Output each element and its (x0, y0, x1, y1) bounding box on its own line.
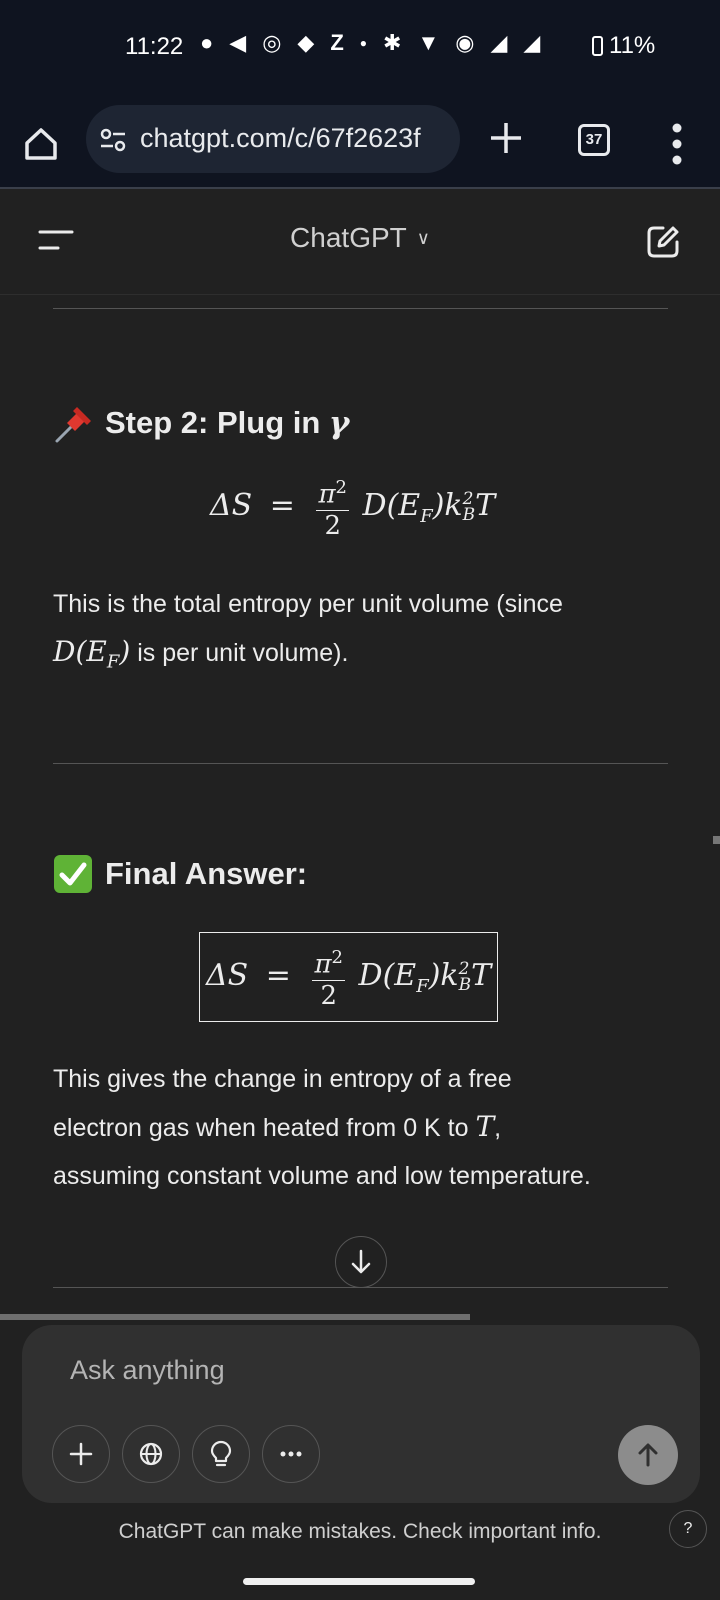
bluetooth-icon: ✱ (383, 30, 402, 55)
pushpin-icon (55, 407, 91, 443)
site-settings-icon[interactable] (100, 127, 126, 153)
more-options-icon[interactable] (671, 123, 683, 165)
final-answer-heading: Final Answer: (53, 854, 307, 894)
composer (22, 1325, 700, 1503)
battery-percent: 11% (609, 32, 656, 59)
eq-lhs: ΔS (210, 487, 253, 523)
boxed-final-equation: ΔS = π2 2 D(EF)k 2 B T (199, 932, 499, 1022)
status-time: 11:22 (125, 33, 184, 60)
gamma-symbol: γ (328, 405, 350, 441)
eq-fraction: π2 2 (312, 943, 345, 1011)
header-divider (0, 294, 720, 295)
disclaimer-text: ChatGPT can make mistakes. Check importa… (118, 1520, 602, 1543)
help-button[interactable]: ? (669, 1510, 707, 1548)
battery-icon (592, 36, 603, 56)
eq-lhs: ΔS (206, 957, 249, 993)
z-icon: Z (330, 30, 344, 55)
eq-equals: = (265, 957, 291, 993)
page-title: ChatGPT (290, 222, 407, 253)
signal-hd-icon: ◢ (490, 30, 508, 55)
scrollbar-thumb[interactable] (713, 836, 720, 844)
eq-equals: = (269, 487, 295, 523)
status-icons: ● ◀ ◎ ◆ Z ● ✱ ▼ ◉ ◢ ◢ (200, 30, 540, 56)
send-button[interactable] (618, 1425, 678, 1485)
signal-hd-icon: ◢ (523, 30, 541, 55)
step2-heading-text: Step 2: Plug in (105, 405, 321, 440)
wifi-icon: ▼ (417, 30, 440, 55)
prompt-input[interactable]: Ask anything (70, 1355, 225, 1386)
arrow-up-icon (638, 1443, 658, 1467)
section-divider (53, 308, 668, 309)
more-tools-button[interactable] (262, 1425, 320, 1483)
new-chat-icon[interactable] (645, 224, 681, 260)
battery-status: 11% (592, 32, 655, 60)
step2-heading: Step 2: Plug in γ (53, 401, 349, 445)
dot-icon: ● (359, 36, 368, 50)
eq-num: π (318, 479, 336, 510)
section-divider (53, 763, 668, 764)
lightbulb-icon (210, 1440, 232, 1467)
send-icon: ◀ (229, 30, 247, 55)
search-web-button[interactable] (122, 1425, 180, 1483)
scroll-down-button[interactable] (335, 1236, 387, 1288)
tab-switcher-button[interactable]: 37 (578, 124, 610, 156)
instagram-icon: ◎ (262, 30, 282, 55)
step2-paragraph: This is the total entropy per unit volum… (53, 590, 563, 673)
hotspot-icon: ◉ (455, 30, 475, 55)
arrow-down-icon (351, 1249, 371, 1274)
plus-icon (69, 1442, 93, 1466)
eq-fraction: π2 2 (316, 473, 349, 541)
reason-button[interactable] (192, 1425, 250, 1483)
url-text[interactable]: chatgpt.com/c/67f2623f (140, 123, 450, 154)
page-scroll-indicator (0, 1314, 470, 1320)
equation-step2: ΔS = π2 2 D(EF)k 2 B T (210, 473, 495, 541)
final-paragraph: This gives the change in entropy of a fr… (53, 1065, 591, 1190)
gesture-home-bar[interactable] (243, 1578, 475, 1585)
home-icon[interactable] (22, 125, 60, 163)
final-answer-text: Final Answer: (105, 856, 308, 891)
ellipsis-icon (280, 1451, 302, 1457)
eq-den: 2 (324, 510, 341, 541)
new-tab-icon[interactable] (487, 119, 525, 157)
location-icon: ◆ (297, 30, 315, 55)
check-mark-icon (54, 855, 92, 893)
attach-button[interactable] (52, 1425, 110, 1483)
model-selector[interactable]: ChatGPT ∨ (0, 222, 720, 254)
chat-bubble-icon: ● (200, 30, 214, 55)
globe-icon (139, 1442, 163, 1466)
chevron-down-icon: ∨ (416, 228, 430, 248)
